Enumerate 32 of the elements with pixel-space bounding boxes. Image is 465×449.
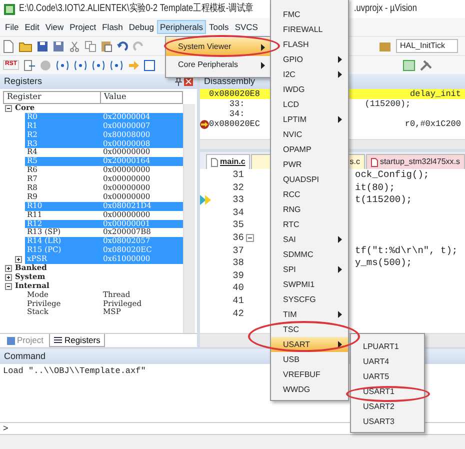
line-number: 33	[232, 194, 244, 207]
line-number: 31	[232, 169, 244, 182]
panel-title: Registers	[4, 76, 42, 87]
column-header: Register	[4, 92, 101, 103]
disassembly-address: 33:	[228, 99, 245, 109]
line-number: 42	[232, 308, 244, 320]
line-number: 35	[232, 219, 244, 232]
panel-title: Command	[4, 351, 46, 362]
line-number: 37	[232, 244, 244, 258]
code-line: ock_Config();	[355, 169, 430, 182]
disassembly-text: r0,#0x1C200	[404, 119, 461, 129]
disassembly-text: (115200);	[364, 99, 411, 109]
line-number: 39	[232, 270, 244, 282]
command-output: Load "..\\OBJ\\Template.axf"	[3, 366, 146, 376]
window-title: .uvprojx - µVision	[354, 3, 418, 15]
disassembly-address: 0x080020EC	[209, 119, 260, 129]
panel-title: Disassembly	[204, 76, 256, 87]
line-number: 36	[232, 232, 244, 245]
code-line: it(80);	[355, 182, 395, 194]
disassembly-address: 34:	[228, 109, 245, 119]
column-header: Value	[103, 92, 128, 103]
disassembly-text: delay_init	[410, 89, 461, 99]
code-line: t(115200);	[355, 194, 412, 207]
line-number: 32	[232, 182, 244, 194]
line-number: 41	[232, 294, 244, 308]
disassembly-address: 0x080020E8	[209, 89, 260, 99]
code-line: y_ms(500);	[355, 257, 412, 270]
line-number: 40	[232, 282, 244, 295]
window-title: E:\0.Code\3.IOT\2.ALIENTEK\实验0-2 Template工程模板-调试章	[19, 3, 254, 15]
line-number: 38	[232, 257, 244, 270]
code-line: tf("t:%d\r\n", t);	[355, 244, 458, 258]
line-number: 34	[232, 206, 244, 220]
